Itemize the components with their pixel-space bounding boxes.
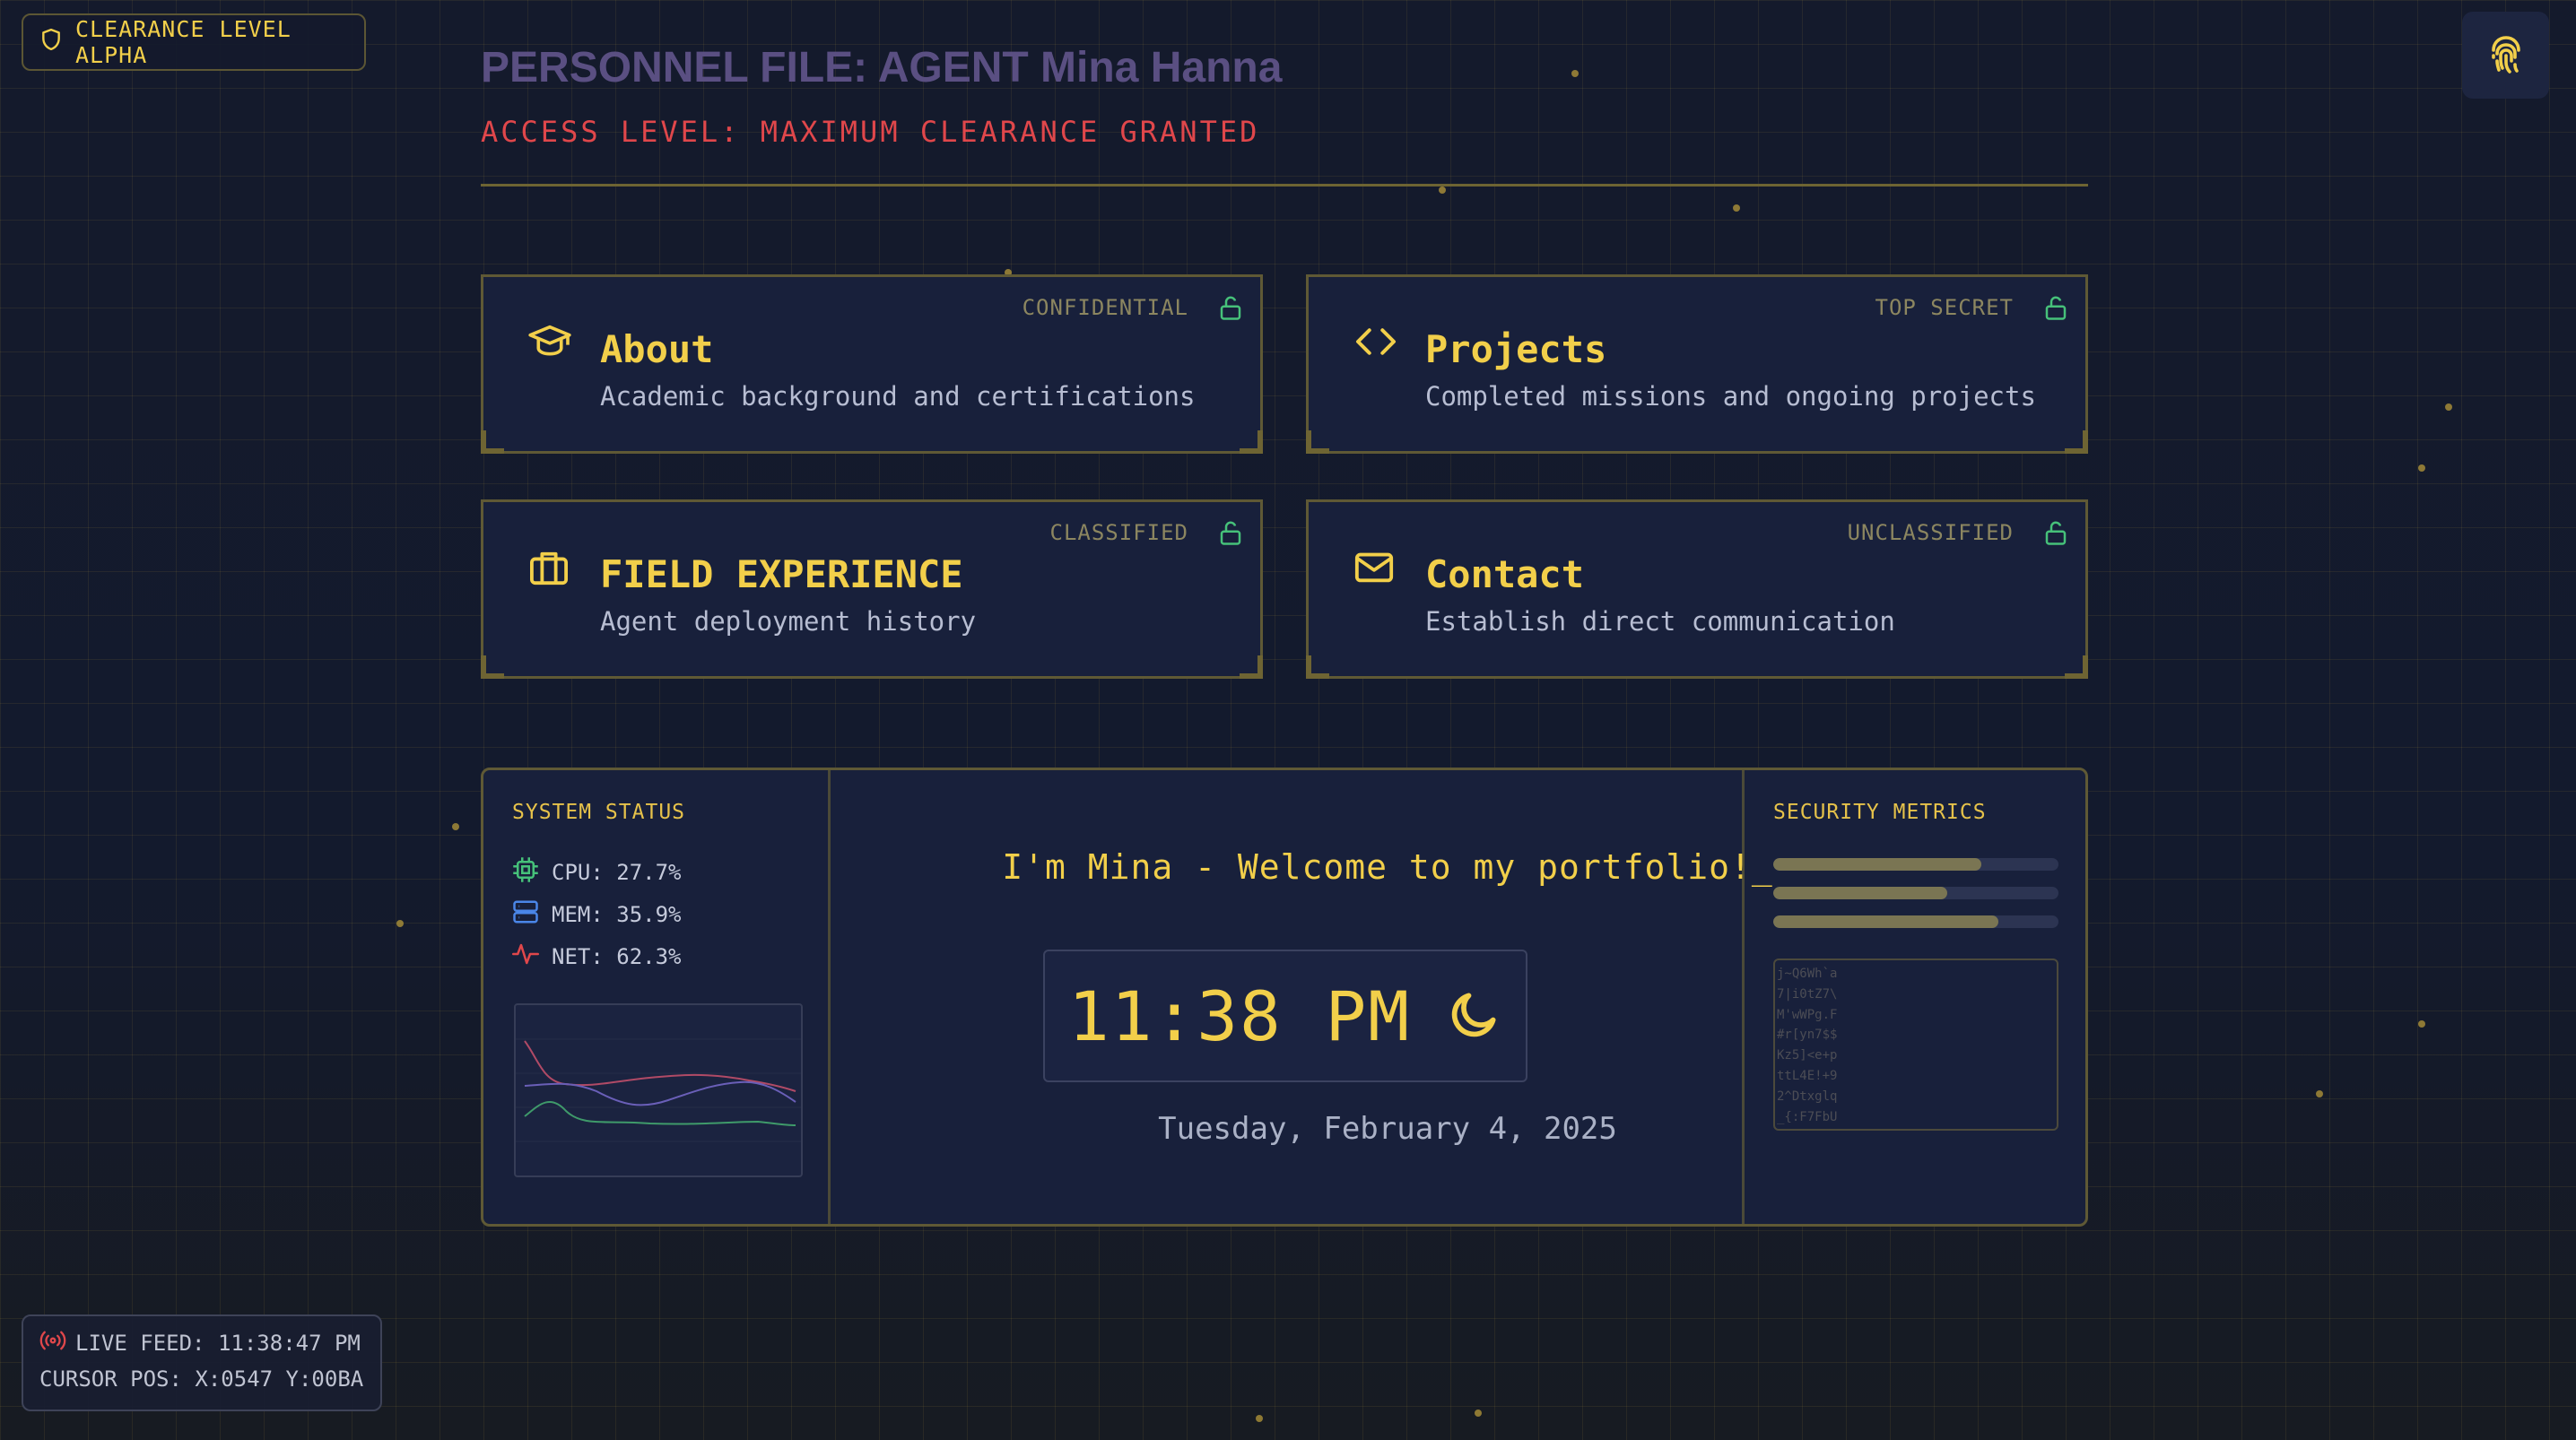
clearance-badge: CLEARANCE LEVEL ALPHA [22, 13, 366, 71]
column-divider [1742, 770, 1745, 1224]
moon-icon [1447, 986, 1502, 1045]
header-divider [481, 184, 2088, 187]
log-line: Kz5]<e+p [1777, 1048, 1838, 1063]
log-line: _{:F7FbU [1777, 1109, 1838, 1124]
log-line: ttL4E!+9 [1777, 1068, 1838, 1083]
card-description: Completed missions and ongoing projects [1425, 381, 2036, 412]
log-line: #r[yn7$$ [1777, 1028, 1838, 1043]
particle [1571, 70, 1579, 77]
particle [2445, 403, 2452, 411]
card-description: Agent deployment history [600, 606, 977, 637]
security-bar [1773, 858, 2058, 871]
unlock-icon [1217, 518, 1244, 551]
security-bar [1773, 915, 2058, 928]
broadcast-icon [39, 1329, 66, 1358]
unlock-icon [2042, 518, 2069, 551]
live-feed-label: LIVE FEED: 11:38:47 PM [75, 1331, 361, 1356]
security-bar [1773, 887, 2058, 899]
mail-icon [1353, 549, 1395, 588]
memory-icon [512, 898, 539, 931]
particle [452, 823, 459, 830]
net-stat: NET: 62.3% [512, 941, 682, 973]
welcome-message: I'm Mina - Welcome to my portfolio!_ [1002, 847, 1773, 887]
particle [1733, 204, 1740, 212]
mem-graph-line [524, 1080, 796, 1106]
clock-time: 11:38 PM [1067, 976, 1412, 1056]
unlock-icon [1217, 293, 1244, 325]
cpu-value: CPU: 27.7% [552, 860, 682, 885]
card-title: Projects [1425, 327, 1607, 371]
page-title: PERSONNEL FILE: AGENT Mina Hanna [481, 44, 1283, 91]
mem-stat: MEM: 35.9% [512, 898, 682, 931]
card-projects[interactable]: TOP SECRET Projects Completed missions a… [1306, 274, 2088, 454]
code-icon [1353, 324, 1398, 363]
shield-icon [39, 27, 63, 57]
log-line: j~Q6Wh`a [1777, 967, 1838, 981]
current-date: Tuesday, February 4, 2025 [1158, 1111, 1617, 1147]
unlock-icon [2042, 293, 2069, 325]
briefcase-icon [528, 549, 570, 590]
fingerprint-button[interactable] [2462, 12, 2549, 99]
system-status-heading: SYSTEM STATUS [512, 801, 686, 824]
security-bar-fill [1773, 887, 1947, 899]
particle [1439, 187, 1446, 194]
fingerprint-icon [2485, 32, 2528, 79]
particle [1256, 1415, 1263, 1422]
live-feed-panel: LIVE FEED: 11:38:47 PM CURSOR POS: X:054… [22, 1314, 382, 1411]
card-title: Contact [1425, 552, 1585, 596]
log-line: 7|i0tZ7\ [1777, 986, 1838, 1002]
graduation-cap-icon [528, 324, 571, 363]
activity-icon [512, 941, 539, 973]
card-title: FIELD EXPERIENCE [600, 552, 963, 596]
card-about[interactable]: CONFIDENTIAL About Academic background a… [481, 274, 1263, 454]
log-line: M'wWPg.F [1777, 1007, 1838, 1022]
card-classification: TOP SECRET [1875, 295, 2014, 320]
security-metrics-heading: SECURITY METRICS [1773, 801, 1987, 824]
clearance-label: CLEARANCE LEVEL ALPHA [75, 16, 292, 68]
particle [1475, 1410, 1482, 1417]
card-field-experience[interactable]: CLASSIFIED FIELD EXPERIENCE Agent deploy… [481, 499, 1263, 679]
cursor-position: CURSOR POS: X:0547 Y:00BA [39, 1366, 364, 1392]
cpu-icon [512, 856, 539, 889]
mem-value: MEM: 35.9% [552, 902, 682, 927]
net-value: NET: 62.3% [552, 944, 682, 969]
system-graph [514, 1003, 803, 1177]
column-divider [828, 770, 831, 1224]
card-title: About [600, 327, 714, 371]
security-log: j~Q6Wh`a 7|i0tZ7\ M'wWPg.F #r[yn7$$ Kz5]… [1773, 959, 2058, 1131]
card-description: Establish direct communication [1425, 606, 1895, 637]
cpu-stat: CPU: 27.7% [512, 856, 682, 889]
security-bar-fill [1773, 915, 1999, 928]
card-classification: UNCLASSIFIED [1847, 520, 2014, 545]
particle [396, 920, 404, 927]
clock-display: 11:38 PM [1043, 950, 1527, 1082]
card-classification: CONFIDENTIAL [1022, 295, 1188, 320]
cpu-graph-line [524, 1101, 796, 1126]
particle [2316, 1090, 2323, 1097]
particle [2418, 464, 2425, 472]
card-contact[interactable]: UNCLASSIFIED Contact Establish direct co… [1306, 499, 2088, 679]
dashboard-panel: SYSTEM STATUS CPU: 27.7% MEM: 35.9% NET:… [481, 768, 2088, 1227]
security-bar-fill [1773, 858, 1982, 871]
log-line: 2^Dtxglq [1777, 1089, 1838, 1104]
card-classification: CLASSIFIED [1049, 520, 1188, 545]
particle [2418, 1020, 2425, 1028]
card-description: Academic background and certifications [600, 381, 1196, 412]
access-level-subtitle: ACCESS LEVEL: MAXIMUM CLEARANCE GRANTED [481, 115, 1260, 149]
